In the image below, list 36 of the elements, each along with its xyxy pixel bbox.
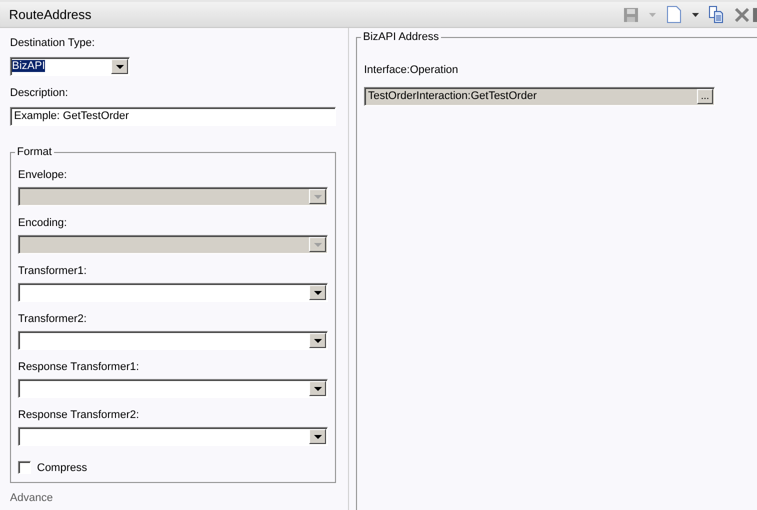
browse-button[interactable]: ... <box>697 89 713 104</box>
copy-icon[interactable] <box>708 6 724 23</box>
field-label: Interface:Operation <box>364 63 458 77</box>
field-label: Envelope: <box>18 168 67 182</box>
destination-type-dropdown[interactable]: BizAPI <box>10 57 130 76</box>
advance-link[interactable]: Advance <box>10 492 53 504</box>
dropdown[interactable] <box>18 379 328 398</box>
field-label: Encoding: <box>18 216 67 230</box>
operation-field[interactable]: TestOrderInteraction:GetTestOrder ... <box>364 87 715 106</box>
window-title: RouteAddress <box>9 7 92 22</box>
selected-value: BizAPI <box>12 60 46 72</box>
caret-icon <box>314 242 322 246</box>
toolbar-icon[interactable] <box>753 6 757 22</box>
dropdown[interactable] <box>18 427 328 446</box>
delete-icon[interactable] <box>734 6 750 22</box>
checkbox[interactable] <box>18 461 31 474</box>
dropdown[interactable] <box>18 283 328 302</box>
field-label: Transformer2: <box>18 312 87 326</box>
caret-icon <box>314 386 322 390</box>
checkbox-label: Compress <box>37 462 88 474</box>
caret-icon[interactable] <box>692 12 699 16</box>
caret-icon <box>314 290 322 294</box>
caret-icon <box>314 194 322 198</box>
group-title: Format <box>16 146 53 159</box>
field-label: Response Transformer1: <box>18 360 140 374</box>
caret-icon <box>314 434 322 438</box>
new-document-icon[interactable] <box>666 6 682 23</box>
description-field[interactable]: Example: GetTestOrder <box>10 107 336 126</box>
field-label: Description: <box>10 86 68 100</box>
caret-icon <box>314 338 322 342</box>
group-title: BizAPI Address <box>362 31 440 44</box>
field-label: Destination Type: <box>10 36 95 50</box>
dropdown[interactable] <box>18 331 328 350</box>
caret-icon <box>116 64 124 68</box>
field-label: Response Transformer2: <box>18 408 140 422</box>
field-label: Transformer1: <box>18 264 87 278</box>
